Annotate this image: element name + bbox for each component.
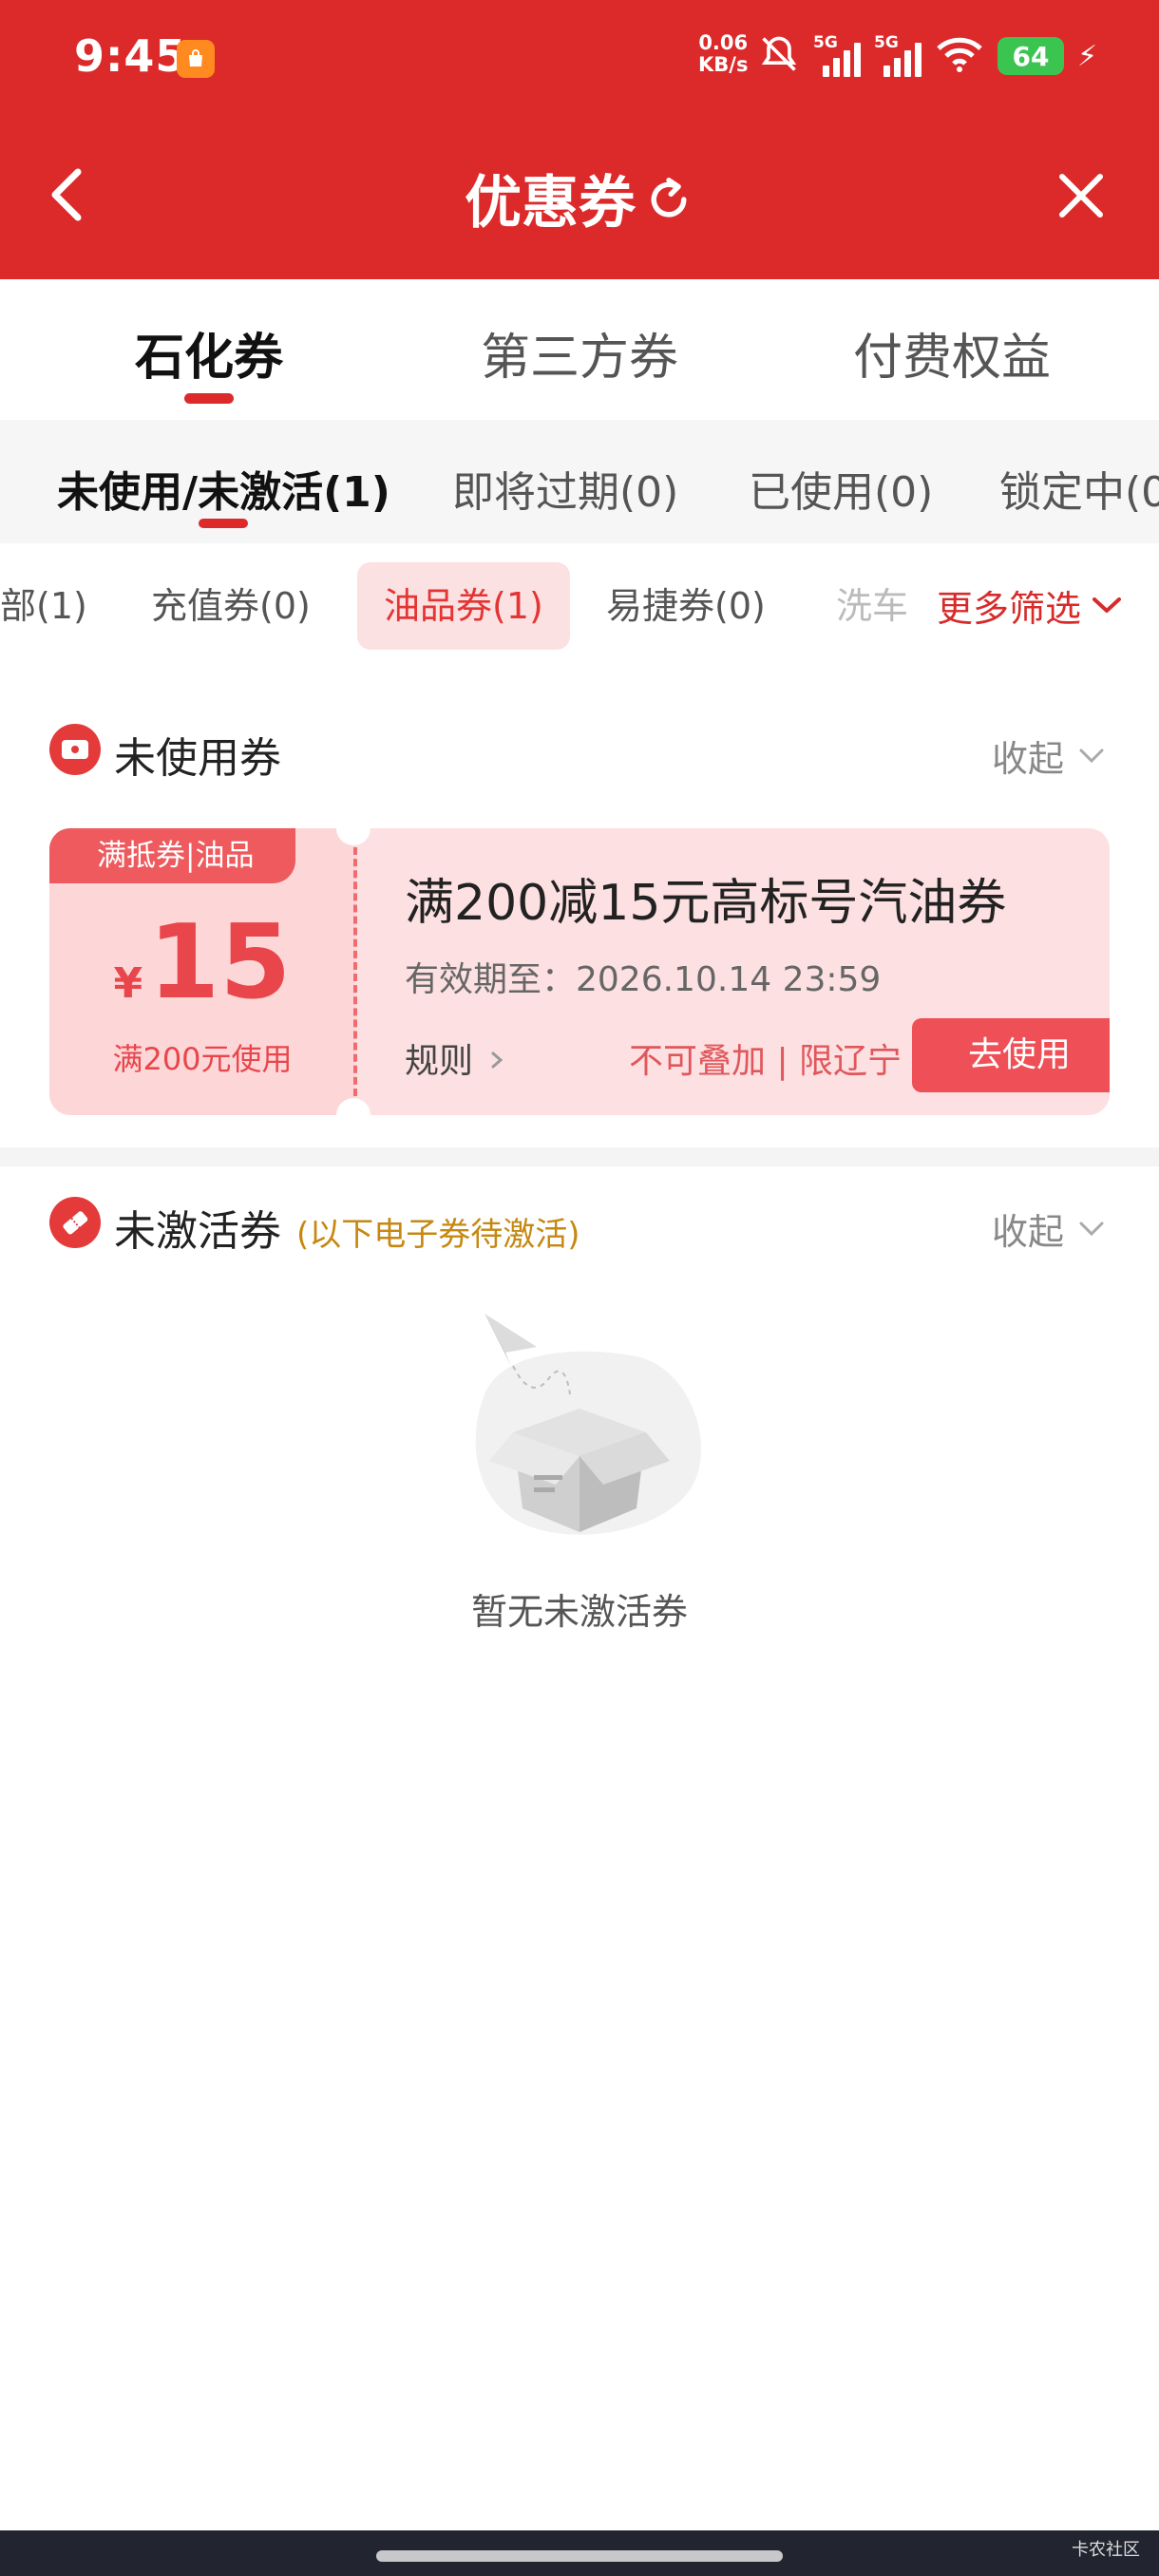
status-tabs: 未使用/未激活(1) 即将过期(0) 已使用(0) 锁定中(0 [0,420,1159,543]
tab-expiring-soon[interactable]: 即将过期(0) [452,458,678,519]
section-divider [0,1147,1159,1166]
clock: 9:45 [74,30,187,82]
page-title-text: 优惠券 [465,170,636,237]
battery-indicator: 64 [998,37,1064,75]
coupon-amount-value: 15 [148,903,292,1022]
status-bar: 9:45 0.06 KB/s 5G 5G 64 ⚡ [0,0,1159,119]
tab-petrochina-coupons[interactable]: 石化券 [135,317,283,404]
mute-bell-icon [758,33,800,79]
chevron-down-icon [1079,748,1104,763]
filter-chip-carwash[interactable]: 洗车 [809,562,935,650]
signal-2-icon: 5G [874,33,922,79]
coupon-title: 满200减15元高标号汽油券 [405,875,1007,932]
tab-third-party-coupons[interactable]: 第三方券 [481,317,678,388]
network-speed: 0.06 KB/s [698,31,749,76]
home-indicator[interactable] [376,2550,783,2562]
status-icons: 5G 5G 64 ⚡ [758,32,1097,80]
coupon-restrictions: 不可叠加 | 限辽宁 [629,1042,902,1081]
charging-bolt-icon: ⚡ [1077,39,1098,73]
app-header: 9:45 0.06 KB/s 5G 5G 64 ⚡ 优惠券 [0,0,1159,279]
ticket-icon [49,724,101,775]
filter-chip-fuel[interactable]: 油品券(1) [357,562,570,650]
coupon-rules-link[interactable]: 规则 [405,1033,506,1083]
watermark: 卡农社区 [1072,2540,1140,2560]
unused-coupons-header: 未使用券 收起 [0,703,1159,798]
coupon-type-tag: 满抵券|油品 [49,828,296,883]
section-title: 未使用券 [114,734,281,783]
close-icon [1059,174,1103,218]
refresh-icon[interactable] [643,173,694,239]
empty-state-message: 暂无未激活券 [470,1591,688,1633]
section-title: 未激活券 [114,1207,281,1256]
tab-locked[interactable]: 锁定中(0 [999,458,1159,519]
more-filters-label: 更多筛选 [936,587,1081,630]
empty-box-illustration [446,1309,712,1546]
coupon-card[interactable]: 满抵券|油品 ¥15 满200元使用 满200减15元高标号汽油券 有效期至：2… [49,828,1110,1115]
shopping-bag-icon [177,40,215,78]
currency-symbol: ¥ [113,959,143,1008]
active-status-indicator [199,519,249,528]
close-button[interactable] [1053,167,1110,224]
use-coupon-button[interactable]: 去使用 [912,1018,1110,1092]
inactive-coupons-header: 未激活券 (以下电子券待激活) 收起 [0,1176,1159,1271]
signal-1-icon: 5G [813,33,861,79]
main-tabs: 石化券 第三方券 付费权益 [0,279,1159,420]
filter-chip-all[interactable]: 部(1) [0,562,114,650]
wifi-icon [935,35,984,77]
coupon-condition: 满200元使用 [112,1041,293,1077]
page-title: 优惠券 [0,157,1159,239]
tab-paid-benefits[interactable]: 付费权益 [853,317,1051,388]
coupon-validity: 有效期至：2026.10.14 23:59 [405,960,882,999]
section-subtitle: (以下电子券待激活) [296,1216,580,1254]
collapse-button[interactable]: 收起 [992,729,1106,782]
active-tab-indicator [184,393,234,404]
coupon-amount: ¥15 [49,908,355,1018]
chevron-down-icon [1079,1222,1104,1236]
filter-chip-easyjoy[interactable]: 易捷券(0) [580,562,792,650]
coupon-tag-icon [49,1197,101,1248]
filter-chip-recharge[interactable]: 充值券(0) [124,562,337,650]
perforation-divider [353,847,357,1096]
chevron-right-icon [491,1051,504,1069]
more-filters-button[interactable]: 更多筛选 [922,543,1159,667]
coupon-type-filters: 部(1) 充值券(0) 油品券(1) 易捷券(0) 洗车 更多筛选 [0,543,1159,667]
tab-used[interactable]: 已使用(0) [749,458,933,519]
tab-unused-inactive[interactable]: 未使用/未激活(1) [57,458,390,528]
chevron-down-icon [1092,597,1121,613]
collapse-button[interactable]: 收起 [992,1203,1106,1255]
